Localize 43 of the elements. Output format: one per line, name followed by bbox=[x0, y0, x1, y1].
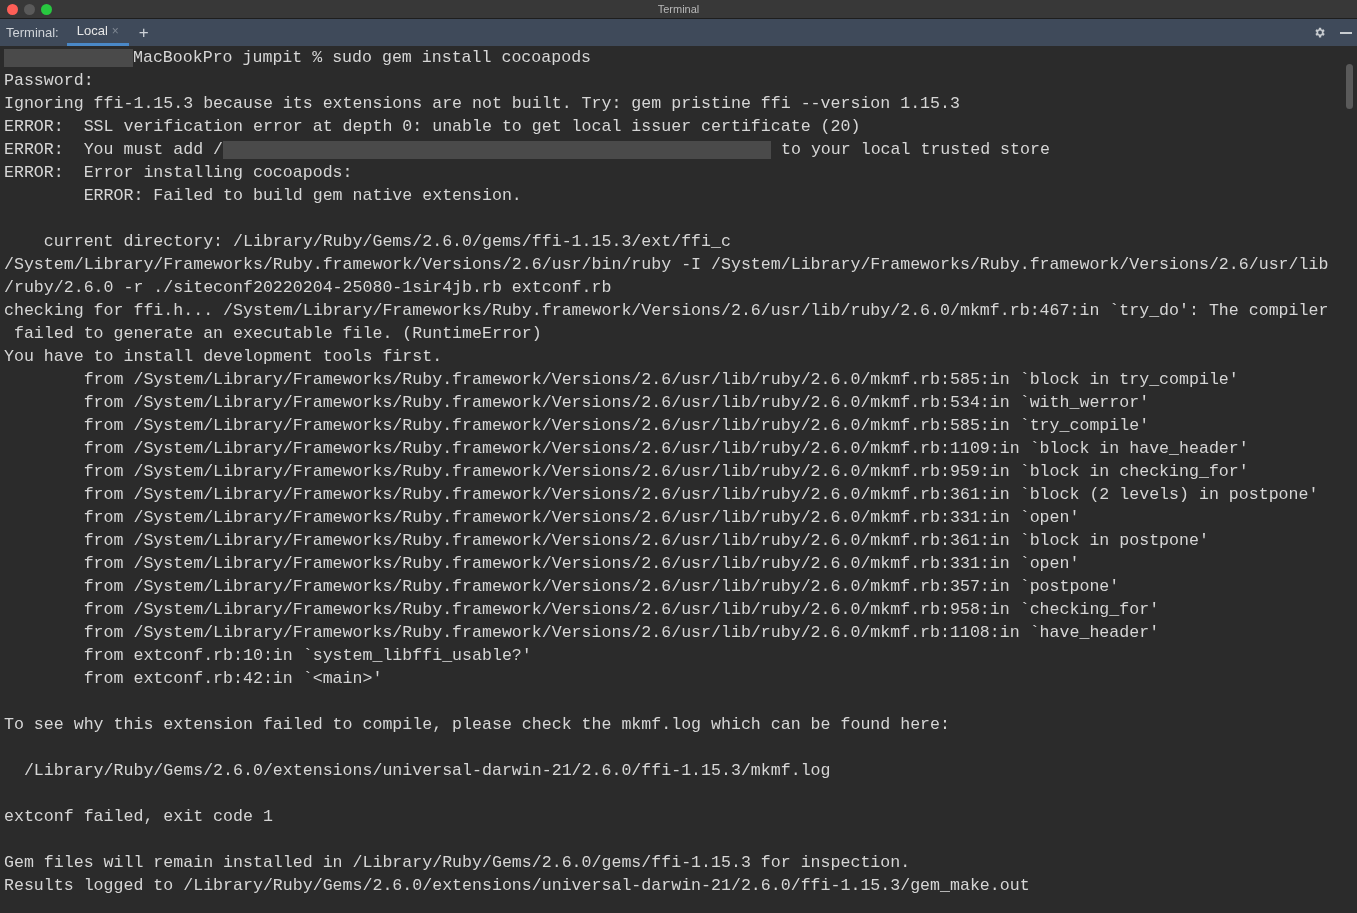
terminal-line: from /System/Library/Frameworks/Ruby.framework/Versions/2.6/usr/lib/ruby/2.6.0/mkmf.rb:361:in `block in postpone' bbox=[82, 530, 1209, 552]
terminal-text: to your local trusted store bbox=[780, 139, 1050, 161]
tool-window-label: Terminal: bbox=[5, 23, 60, 42]
terminal-line: checking for ffi.h... /System/Library/Frameworks/Ruby.framework/Versions/2.6/usr/lib/ruby/2.6.0/mkmf.rb:467:in `try_do': The compiler bbox=[4, 300, 1329, 322]
terminal-line: To see why this extension failed to compile, please check the mkmf.log which can be found here: bbox=[4, 714, 950, 736]
terminal-line: /Library/Ruby/Gems/2.6.0/extensions/universal-darwin-21/2.6.0/ffi-1.15.3/mkmf.log bbox=[22, 760, 831, 782]
terminal-line: from /System/Library/Frameworks/Ruby.framework/Versions/2.6/usr/lib/ruby/2.6.0/mkmf.rb:331:in `open' bbox=[82, 507, 1080, 529]
terminal-line: Password: bbox=[4, 70, 94, 92]
terminal-line: /System/Library/Frameworks/Ruby.framework/Versions/2.6/usr/bin/ruby -I /System/Library/Frameworks/Ruby.framework/Versions/2.6/usr/lib bbox=[4, 254, 1329, 276]
terminal-line: from /System/Library/Frameworks/Ruby.framework/Versions/2.6/usr/lib/ruby/2.6.0/mkmf.rb:357:in `postpone' bbox=[82, 576, 1120, 598]
terminal-line: from /System/Library/Frameworks/Ruby.framework/Versions/2.6/usr/lib/ruby/2.6.0/mkmf.rb:1108:in `have_header' bbox=[82, 622, 1160, 644]
close-window-button[interactable] bbox=[7, 4, 18, 15]
terminal-line: Gem files will remain installed in /Library/Ruby/Gems/2.6.0/gems/ffi-1.15.3 for inspection. bbox=[4, 852, 911, 874]
terminal-line: current directory: /Library/Ruby/Gems/2.6.0/gems/ffi-1.15.3/ext/ffi_c bbox=[42, 231, 731, 253]
terminal-line: extconf failed, exit code 1 bbox=[4, 806, 273, 828]
terminal-line: Ignoring ffi-1.15.3 because its extensions are not built. Try: gem pristine ffi --version 1.15.3 bbox=[4, 93, 960, 115]
terminal-line: You have to install development tools first. bbox=[4, 346, 443, 368]
window-title: Terminal bbox=[657, 1, 700, 17]
terminal-line: from extconf.rb:10:in `system_libffi_usable?' bbox=[82, 645, 532, 667]
terminal-line: from /System/Library/Frameworks/Ruby.framework/Versions/2.6/usr/lib/ruby/2.6.0/mkmf.rb:361:in `block (2 levels) in postpone' bbox=[82, 484, 1319, 506]
minimize-icon[interactable] bbox=[1340, 31, 1352, 34]
terminal-line: failed to generate an executable file. (RuntimeError) bbox=[12, 323, 542, 345]
terminal-line: from /System/Library/Frameworks/Ruby.framework/Versions/2.6/usr/lib/ruby/2.6.0/mkmf.rb:958:in `checking_for' bbox=[82, 599, 1160, 621]
terminal-text: ERROR: You must add / bbox=[4, 139, 224, 161]
terminal-text: MacBookPro jumpit % sudo gem install cocoapods bbox=[133, 47, 592, 69]
scrollbar-thumb[interactable] bbox=[1346, 64, 1353, 109]
terminal-line: from /System/Library/Frameworks/Ruby.framework/Versions/2.6/usr/lib/ruby/2.6.0/mkmf.rb:959:in `block in checking_for' bbox=[82, 461, 1249, 483]
terminal-line: ERROR: SSL verification error at depth 0: unable to get local issuer certificate (20) bbox=[4, 116, 861, 138]
terminal-tab[interactable]: Local × bbox=[66, 19, 129, 46]
zoom-window-button[interactable] bbox=[41, 4, 52, 15]
terminal-line: ERROR: Failed to build gem native extension. bbox=[82, 185, 522, 207]
terminal-line: ERROR: Error installing cocoapods: bbox=[4, 162, 353, 184]
new-tab-button[interactable]: + bbox=[128, 19, 159, 46]
terminal-line: /ruby/2.6.0 -r ./siteconf20220204-25080-1sir4jb.rb extconf.rb bbox=[4, 277, 612, 299]
terminal-line: from /System/Library/Frameworks/Ruby.framework/Versions/2.6/usr/lib/ruby/2.6.0/mkmf.rb:534:in `with_werror' bbox=[82, 392, 1150, 414]
terminal-line: from /System/Library/Frameworks/Ruby.framework/Versions/2.6/usr/lib/ruby/2.6.0/mkmf.rb:585:in `try_compile' bbox=[82, 415, 1150, 437]
terminal-line: from extconf.rb:42:in `<main>' bbox=[82, 668, 383, 690]
terminal-line: from /System/Library/Frameworks/Ruby.framework/Versions/2.6/usr/lib/ruby/2.6.0/mkmf.rb:1109:in `block in have_header' bbox=[82, 438, 1249, 460]
settings-icon[interactable] bbox=[1313, 26, 1326, 39]
terminal-line: from /System/Library/Frameworks/Ruby.framework/Versions/2.6/usr/lib/ruby/2.6.0/mkmf.rb:331:in `open' bbox=[82, 553, 1080, 575]
tab-label: Local bbox=[76, 22, 108, 41]
terminal-line: Results logged to /Library/Ruby/Gems/2.6.0/extensions/universal-darwin-21/2.6.0/ffi-1.15.3/gem_make.out bbox=[4, 875, 1030, 897]
terminal-line: from /System/Library/Frameworks/Ruby.framework/Versions/2.6/usr/lib/ruby/2.6.0/mkmf.rb:585:in `block in try_compile' bbox=[82, 369, 1239, 391]
